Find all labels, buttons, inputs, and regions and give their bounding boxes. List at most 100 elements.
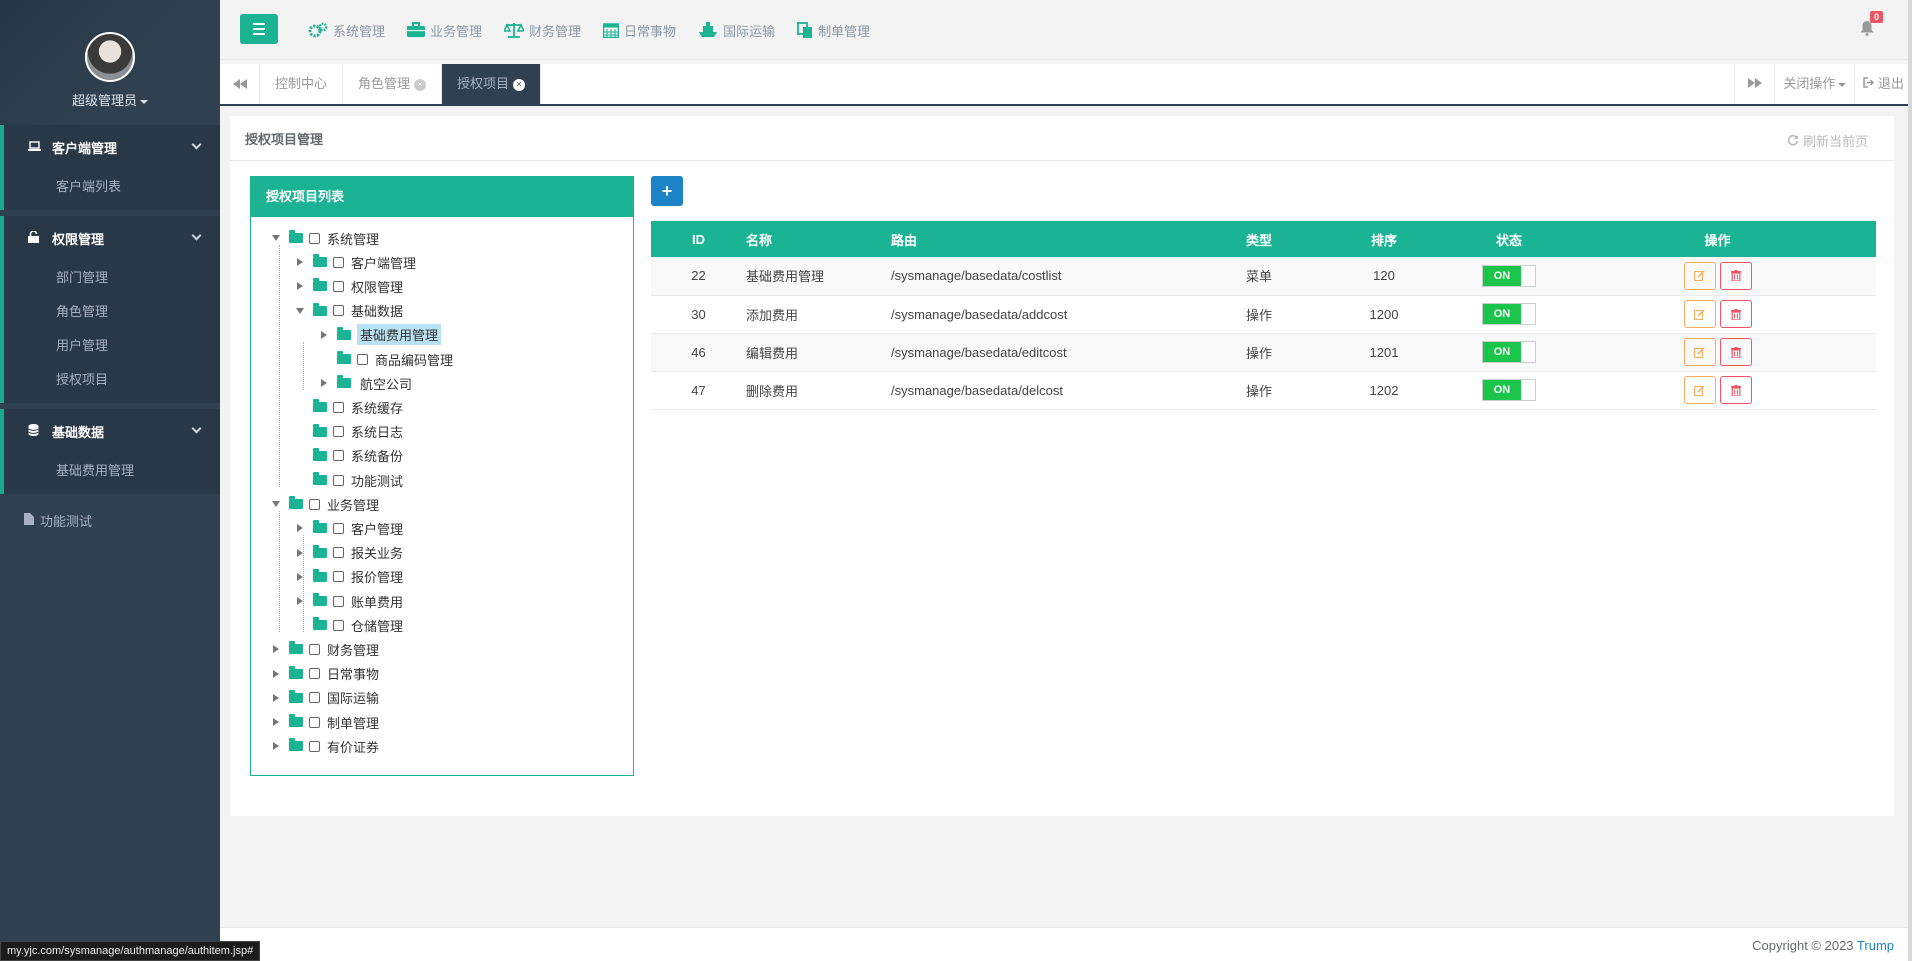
close-icon[interactable]: × (513, 78, 526, 91)
tree-node-securities[interactable]: 有价证券 (271, 735, 382, 757)
avatar[interactable] (85, 32, 135, 82)
sidebar-item-auth-items[interactable]: 授权项目 (4, 363, 220, 397)
nav-head-client[interactable]: 客户端管理 (4, 125, 220, 170)
tree-node-hs-code-mgmt[interactable]: 商品编码管理 (319, 348, 456, 370)
edit-button[interactable] (1683, 338, 1716, 366)
tabs-scroll-right-button[interactable] (1734, 64, 1774, 104)
topnav-business[interactable]: 业务管理 (407, 21, 482, 40)
notifications-button[interactable]: 0 (1860, 11, 1884, 39)
tree-expand-icon[interactable] (271, 693, 281, 703)
footer: Copyright © 2023 Trump (220, 927, 1912, 961)
tree-node-warehouse[interactable]: 仓储管理 (295, 614, 406, 636)
logout-button[interactable]: 退出 (1854, 64, 1912, 104)
sidebar-item-users[interactable]: 用户管理 (4, 329, 220, 363)
tree-expand-icon[interactable] (319, 330, 329, 340)
sidebar-item-client-list[interactable]: 客户端列表 (4, 170, 220, 204)
add-button[interactable]: + (651, 176, 683, 206)
tree-node-cost-mgmt[interactable]: 基础费用管理 (319, 324, 442, 346)
tab-auth-items[interactable]: 授权项目 × (442, 64, 542, 104)
tree-node-feature-test[interactable]: 功能测试 (295, 469, 406, 491)
tree-expand-icon[interactable] (295, 572, 305, 582)
menu-glyph-icon (309, 692, 320, 704)
tree-collapse-icon[interactable] (271, 233, 281, 243)
tree-node-billing[interactable]: 账单费用 (295, 590, 406, 612)
tree-node-system-cache[interactable]: 系统缓存 (295, 396, 406, 418)
sidebar-item-departments[interactable]: 部门管理 (4, 261, 220, 295)
toggle-on-label: ON (1483, 265, 1521, 286)
tree-node-finance[interactable]: 财务管理 (271, 638, 382, 660)
menu-toggle-button[interactable] (240, 14, 278, 44)
tree-expand-icon[interactable] (295, 548, 305, 558)
topnav-system[interactable]: 系统管理 (308, 21, 385, 40)
close-operations-dropdown[interactable]: 关闭操作 (1774, 64, 1854, 104)
refresh-button[interactable]: 刷新当前页 (1787, 131, 1868, 150)
topnav-documents[interactable]: 制单管理 (797, 21, 870, 40)
tree-expand-icon[interactable] (295, 281, 305, 291)
col-id[interactable]: ID (651, 221, 746, 257)
tree-node-quote-mgmt[interactable]: 报价管理 (295, 566, 406, 588)
tree-node-airline[interactable]: 航空公司 (319, 372, 415, 394)
tree-node-system[interactable]: 系统管理 (271, 227, 382, 249)
tree-node-business[interactable]: 业务管理 (271, 493, 382, 515)
delete-button[interactable] (1719, 338, 1752, 366)
delete-button[interactable] (1719, 300, 1752, 328)
delete-button[interactable] (1719, 261, 1752, 290)
tree-expand-icon[interactable] (295, 257, 305, 267)
tree-node-documents[interactable]: 制单管理 (271, 711, 382, 733)
edit-button[interactable] (1683, 300, 1716, 328)
profile-name[interactable]: 超级管理员 (0, 90, 220, 109)
cogs-icon (308, 22, 328, 38)
tree-expand-icon[interactable] (271, 644, 281, 654)
tree-expand-icon[interactable] (319, 378, 329, 388)
tree-collapse-icon[interactable] (271, 499, 281, 509)
edit-button[interactable] (1683, 376, 1716, 404)
edit-button[interactable] (1683, 261, 1716, 290)
col-route[interactable]: 路由 (841, 221, 1209, 257)
folder-icon (289, 689, 303, 703)
status-toggle[interactable]: ON (1482, 379, 1536, 401)
trash-icon (1730, 270, 1741, 282)
sidebar-item-roles[interactable]: 角色管理 (4, 295, 220, 329)
col-type[interactable]: 类型 (1209, 221, 1309, 257)
nav-head-basedata[interactable]: 基础数据 (4, 409, 220, 454)
tree-node-system-log[interactable]: 系统日志 (295, 421, 406, 443)
tree-expand-icon[interactable] (271, 741, 281, 751)
tree-node-system-backup[interactable]: 系统备份 (295, 445, 406, 467)
tree-node-transport[interactable]: 国际运输 (271, 687, 382, 709)
topnav-daily[interactable]: 日常事物 (603, 21, 676, 40)
tree-expand-icon[interactable] (271, 717, 281, 727)
col-status[interactable]: 状态 (1459, 221, 1559, 257)
author-link[interactable]: Trump (1857, 938, 1894, 953)
sidebar-item-cost-mgmt[interactable]: 基础费用管理 (4, 454, 220, 488)
tree-node-permission-mgmt[interactable]: 权限管理 (295, 275, 406, 297)
tree-expand-icon[interactable] (295, 523, 305, 533)
tree-node-base-data[interactable]: 基础数据 (295, 300, 406, 322)
status-toggle[interactable]: ON (1482, 341, 1536, 363)
table-row[interactable]: 30 添加费用/sysmanage/basedata/addcost 操作 1200 O… (651, 295, 1876, 334)
topnav-finance[interactable]: 财务管理 (504, 21, 581, 40)
delete-button[interactable] (1719, 376, 1752, 404)
tree-expand-icon[interactable] (271, 669, 281, 679)
status-toggle[interactable]: ON (1482, 303, 1536, 325)
table-row[interactable]: 22 基础费用管理/sysmanage/basedata/costlist 菜单 12… (651, 257, 1876, 296)
tree-node-customer-mgmt[interactable]: 客户管理 (295, 517, 406, 539)
topnav-transport[interactable]: 国际运输 (698, 21, 775, 40)
table-row[interactable]: 46 编辑费用/sysmanage/basedata/editcost 操作 1201… (651, 333, 1876, 372)
tab-dashboard[interactable]: 控制中心 (260, 64, 344, 104)
col-name[interactable]: 名称 (746, 221, 841, 257)
tree-node-daily[interactable]: 日常事物 (271, 663, 382, 685)
tree-collapse-icon[interactable] (295, 306, 305, 316)
table-row[interactable]: 47 删除费用/sysmanage/basedata/delcost 操作 1202 O… (651, 371, 1876, 410)
close-icon[interactable]: × (414, 78, 427, 91)
scrollbar[interactable] (1908, 0, 1912, 961)
tree-node-customs[interactable]: 报关业务 (295, 542, 406, 564)
status-toggle[interactable]: ON (1482, 264, 1536, 287)
sidebar-item-feature-test[interactable]: 功能测试 (0, 500, 220, 540)
tree-expand-icon[interactable] (295, 596, 305, 606)
col-order[interactable]: 排序 (1309, 221, 1459, 257)
tabs-scroll-left-button[interactable] (220, 64, 260, 104)
tree-node-client-mgmt[interactable]: 客户端管理 (295, 251, 419, 273)
nav-head-permission[interactable]: 权限管理 (4, 216, 220, 261)
tab-role-mgmt[interactable]: 角色管理 × (343, 64, 443, 104)
